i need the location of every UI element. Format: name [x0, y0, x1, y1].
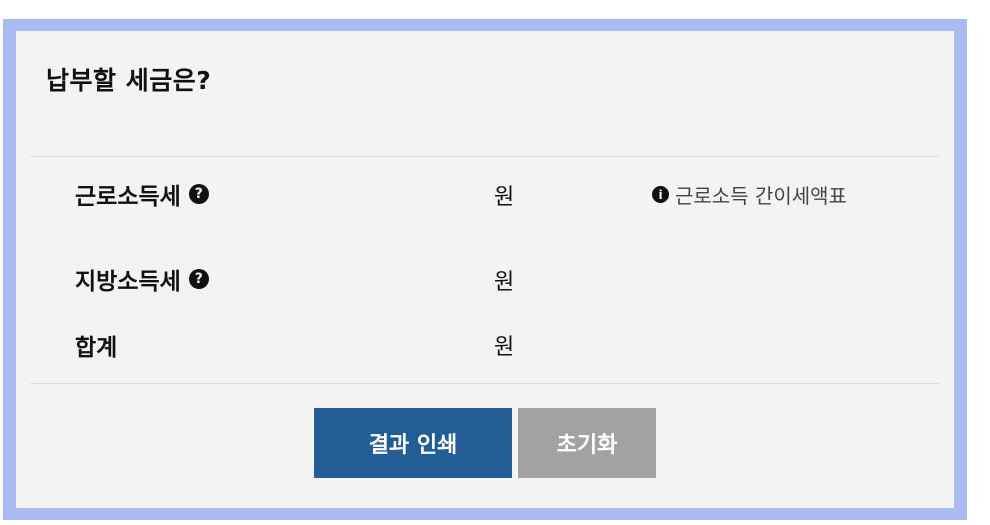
- simplified-tax-table-link-label: 근로소득 간이세액표: [675, 184, 847, 208]
- panel-title: 납부할 세금은?: [46, 66, 212, 95]
- print-result-button[interactable]: 결과 인쇄: [314, 408, 512, 478]
- total-label: 합계: [75, 328, 117, 362]
- reset-button[interactable]: 초기화: [518, 408, 656, 478]
- info-circle-icon: i: [652, 186, 669, 203]
- income-tax-label-text: 근로소득세: [75, 184, 181, 210]
- total-label-text: 합계: [75, 335, 118, 361]
- local-tax-label-text: 지방소득세: [75, 269, 181, 295]
- total-value: 원: [494, 335, 515, 360]
- local-tax-label: 지방소득세 ?: [75, 262, 209, 296]
- question-circle-icon[interactable]: ?: [188, 269, 209, 289]
- income-tax-value: 원: [494, 185, 515, 210]
- divider-top: [30, 156, 940, 157]
- tax-result-panel: 납부할 세금은? 근로소득세 ? 원 i 근로소득 간이세액표 지방소득세 ? …: [16, 31, 954, 508]
- local-tax-value: 원: [494, 270, 515, 295]
- income-tax-label: 근로소득세 ?: [75, 177, 209, 211]
- divider-bottom: [30, 383, 940, 384]
- simplified-tax-table-link[interactable]: i 근로소득 간이세액표: [652, 180, 847, 209]
- question-circle-icon[interactable]: ?: [188, 184, 209, 204]
